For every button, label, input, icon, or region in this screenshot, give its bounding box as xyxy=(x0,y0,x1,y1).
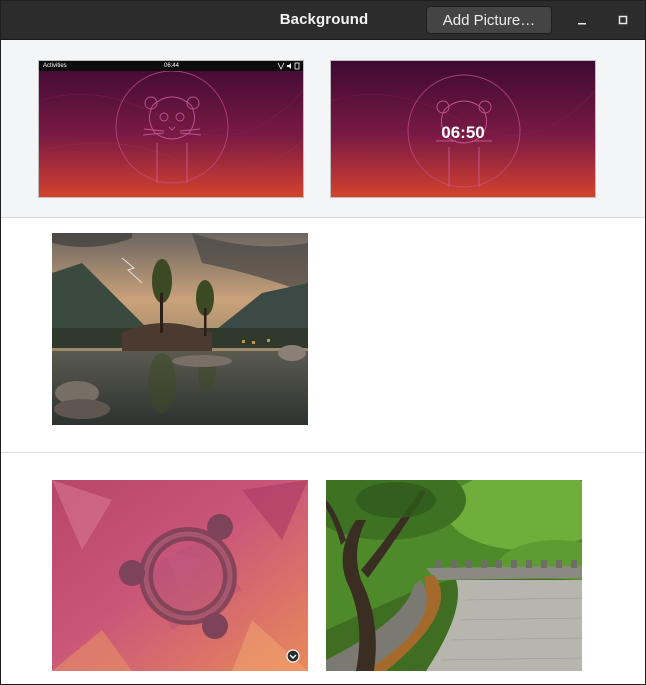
wallpaper-thumbnail-ubuntu-logo[interactable] xyxy=(52,480,308,671)
stone-walkway-image xyxy=(326,480,582,671)
maximize-icon xyxy=(618,15,628,25)
background-settings-window: Background Add Picture… Activities 06:44… xyxy=(0,0,646,685)
panel-status-icons xyxy=(277,62,300,70)
lock-screen-preview: 06:50 xyxy=(330,60,596,198)
minimize-icon xyxy=(578,23,586,25)
lock-screen-clock: 06:50 xyxy=(441,123,485,142)
wallpaper-thumbnail-mountain-lake[interactable] xyxy=(52,233,308,425)
wallpaper-thumbnail-stone-walkway[interactable] xyxy=(326,480,582,671)
desktop-top-panel: Activities 06:44 xyxy=(39,61,303,71)
ubuntu-logo-image xyxy=(52,480,308,671)
panel-clock-label: 06:44 xyxy=(164,63,180,69)
minimize-button[interactable] xyxy=(572,10,592,30)
header-bar: Background Add Picture… xyxy=(1,1,645,40)
preview-area: Activities 06:44 06:50 xyxy=(1,40,645,218)
desktop-wallpaper-preview xyxy=(39,61,303,197)
desktop-preview: Activities 06:44 xyxy=(38,60,304,198)
selected-check-icon xyxy=(286,649,300,663)
panel-activities-label: Activities xyxy=(43,63,67,69)
maximize-button[interactable] xyxy=(613,10,633,30)
add-picture-button[interactable]: Add Picture… xyxy=(426,6,552,34)
mountain-lake-image xyxy=(52,233,308,425)
section-divider xyxy=(1,452,645,453)
